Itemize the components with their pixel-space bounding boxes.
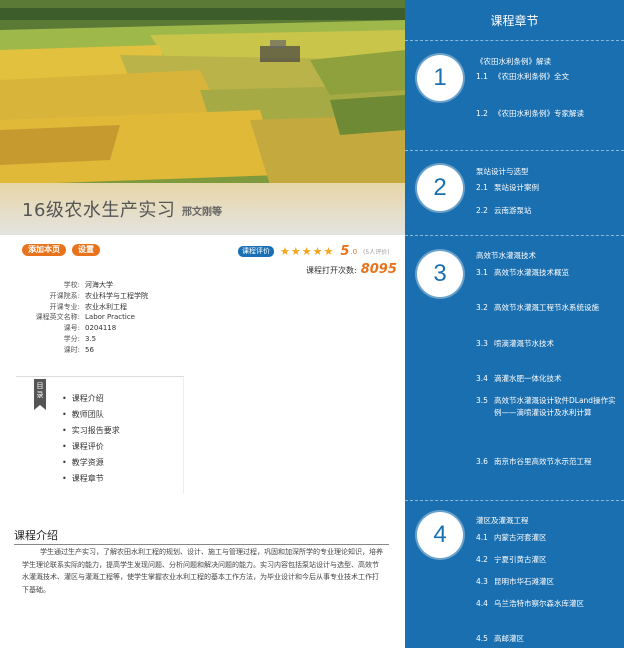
chapter-title[interactable]: 高效节水灌溉技术 — [476, 250, 536, 261]
toc-item-resources[interactable]: 教学资源 — [62, 455, 120, 471]
info-row: 开课院系: 农业科学与工程学院 — [49, 291, 148, 300]
rating-score-decimal: .0 — [350, 247, 358, 256]
chapter-section[interactable]: 3.2 高效节水灌溉工程节水系统设施 — [476, 302, 616, 314]
add-page-button[interactable]: 添加本页 — [22, 244, 66, 256]
toc-tab-label: 目录 — [34, 379, 46, 410]
toc-item-intro[interactable]: 课程介绍 — [62, 391, 120, 407]
settings-button[interactable]: 设置 — [72, 244, 100, 256]
intro-text: 学生通过生产实习，了解农田水利工程的规划、设计、施工与管理过程，巩固和加深所学的… — [22, 548, 383, 594]
chapter-title[interactable]: 泵站设计与选型 — [476, 166, 529, 177]
rate-course-button[interactable]: 课程评价 — [238, 246, 274, 257]
chapter-divider — [405, 150, 624, 151]
chapter-section[interactable]: 3.5 高效节水灌溉设计软件DLand操作实例——滴喷灌设计及水利计算 — [476, 395, 616, 418]
info-row: 课号: 0204118 — [63, 324, 117, 333]
star-rating-icon: ★★★★★ — [280, 245, 335, 258]
rating-count: (5人评价) — [363, 249, 390, 256]
toc-list: 课程介绍 教师团队 实习报告要求 课程评价 教学资源 课程章节 — [62, 391, 120, 487]
table-of-contents: 目录 课程介绍 教师团队 实习报告要求 课程评价 教学资源 课程章节 — [16, 376, 184, 494]
chapter-section[interactable]: 4.4 乌兰浩特市察尔森水库灌区 — [476, 598, 616, 610]
chapter-sidebar: 课程章节 1 《农田水利条例》解读 1.1 《农田水利条例》全文 1.2 《农田水利… — [405, 0, 624, 648]
intro-divider — [14, 544, 389, 545]
info-row: 学分: 3.5 — [63, 334, 97, 343]
rating-score: 5 — [340, 244, 350, 259]
course-title: 16级农水生产实习 — [22, 200, 176, 221]
toc-item-evaluation[interactable]: 课程评价 — [62, 439, 120, 455]
chapter-section[interactable]: 3.6 南京市谷里高效节水示范工程 — [476, 456, 616, 468]
info-row: 课程英文名称: Labor Practice — [35, 313, 135, 322]
chapter-section[interactable]: 4.3 昆明市华石滩灌区 — [476, 576, 616, 588]
main-panel: 16级农水生产实习 邢文刚等 添加本页 设置 课程评价 ★★★★★ 5 .0 (… — [0, 0, 405, 648]
chapter-divider — [405, 235, 624, 236]
view-counter: 课程打开次数: 8095 — [306, 262, 397, 277]
chapter-title[interactable]: 《农田水利条例》解读 — [476, 56, 551, 67]
action-buttons: 添加本页 设置 — [22, 244, 100, 256]
view-count-label: 课程打开次数: — [306, 266, 357, 275]
sidebar-divider — [405, 40, 624, 41]
chapter-section[interactable]: 3.4 滴灌水肥一体化技术 — [476, 373, 616, 385]
chapter-title[interactable]: 灌区及灌溉工程 — [476, 515, 529, 526]
toc-item-chapters[interactable]: 课程章节 — [62, 471, 120, 487]
info-row: 课时: 56 — [63, 345, 94, 354]
toc-item-teachers[interactable]: 教师团队 — [62, 407, 120, 423]
sidebar-title: 课程章节 — [490, 14, 539, 28]
course-info: 学校: 河海大学 开课院系: 农业科学与工程学院 开课专业: 农业水利工程 课程英文名… — [28, 280, 148, 356]
chapter-section[interactable]: 3.1 高效节水灌溉技术概览 — [476, 267, 616, 279]
view-count-value: 8095 — [360, 262, 397, 277]
chapter-section[interactable]: 4.2 宁夏引黄古灌区 — [476, 554, 616, 566]
info-row: 学校: 河海大学 — [63, 281, 113, 289]
chapter-number-badge: 1 — [417, 55, 463, 101]
course-rating: 课程评价 ★★★★★ 5 .0 (5人评价) — [238, 244, 390, 259]
chapter-number-badge: 4 — [417, 512, 463, 558]
chapter-section[interactable]: 2.2 云南游泵站 — [476, 205, 616, 217]
info-row: 开课专业: 农业水利工程 — [49, 302, 127, 311]
chapter-divider — [405, 500, 624, 501]
chapter-section[interactable]: 2.1 泵站设计案例 — [476, 182, 616, 194]
chapter-section[interactable]: 1.1 《农田水利条例》全文 — [476, 71, 616, 83]
chapter-number-badge: 3 — [417, 251, 463, 297]
course-author: 邢文刚等 — [182, 207, 222, 218]
chapter-section[interactable]: 3.3 喷滴灌溉节水技术 — [476, 338, 616, 350]
intro-heading: 课程介绍 — [14, 529, 58, 542]
chapter-section[interactable]: 1.2 《农田水利条例》专家解读 — [476, 108, 616, 120]
chapter-number-badge: 2 — [417, 165, 463, 211]
chapter-section[interactable]: 4.5 高邮灌区 — [476, 633, 616, 645]
toc-item-report[interactable]: 实习报告要求 — [62, 423, 120, 439]
chapter-section[interactable]: 4.1 内蒙古河套灌区 — [476, 532, 616, 544]
